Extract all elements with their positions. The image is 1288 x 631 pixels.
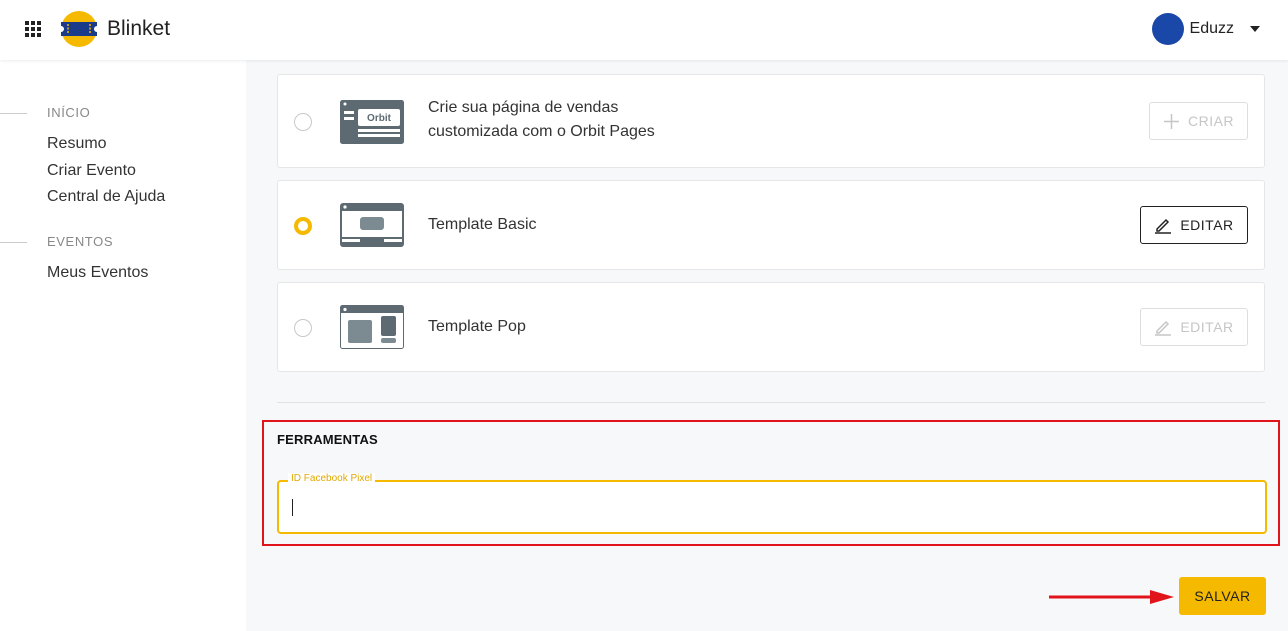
template-pop-icon [340, 305, 404, 349]
apps-grid-icon[interactable] [25, 21, 41, 37]
edit-button-basic[interactable]: EDITAR [1140, 206, 1248, 244]
main-content: Orbit Crie sua página de vendas customiz… [262, 60, 1288, 631]
chevron-down-icon [1250, 26, 1260, 32]
orbit-logo-text: Orbit [367, 113, 392, 124]
edit-button-label: EDITAR [1180, 319, 1234, 335]
section-divider [0, 242, 27, 243]
sidebar-item-criar-evento[interactable]: Criar Evento [47, 162, 136, 180]
radio-orbit[interactable] [294, 113, 312, 131]
template-description-line1: Crie sua página de vendas [428, 99, 619, 116]
text-cursor [292, 499, 293, 516]
blinket-logo-icon [60, 11, 98, 47]
tools-section: FERRAMENTAS ID Facebook Pixel [262, 420, 1280, 546]
section-divider [0, 113, 27, 114]
radio-pop[interactable] [294, 319, 312, 337]
create-button[interactable]: CRIAR [1149, 102, 1248, 140]
brand-name: Blinket [107, 17, 171, 40]
template-description: Crie sua página de vendas customizada co… [428, 96, 655, 144]
template-basic-icon [340, 203, 404, 247]
user-name: Eduzz [1189, 20, 1234, 37]
template-card-orbit[interactable]: Orbit Crie sua página de vendas customiz… [277, 74, 1265, 168]
template-name: Template Pop [428, 318, 526, 335]
pencil-icon [1155, 218, 1172, 234]
nav-section-title: EVENTOS [47, 234, 114, 249]
sidebar-item-meus-eventos[interactable]: Meus Eventos [47, 264, 148, 282]
red-arrow-annotation [1049, 590, 1174, 604]
pencil-icon [1155, 320, 1172, 336]
tools-title: FERRAMENTAS [277, 432, 378, 447]
plus-icon [1163, 113, 1179, 129]
template-card-pop[interactable]: Template Pop EDITAR [277, 282, 1265, 372]
template-description-line2: customizada com o Orbit Pages [428, 123, 655, 140]
radio-basic[interactable] [294, 217, 312, 235]
template-name: Template Basic [428, 216, 537, 233]
edit-button-pop[interactable]: EDITAR [1140, 308, 1248, 346]
sidebar-item-central-de-ajuda[interactable]: Central de Ajuda [47, 188, 165, 206]
create-button-label: CRIAR [1187, 113, 1235, 129]
user-menu[interactable]: Eduzz [1151, 13, 1260, 45]
section-divider [277, 402, 1265, 403]
edit-button-label: EDITAR [1180, 217, 1234, 233]
avatar [1151, 13, 1184, 45]
facebook-pixel-field[interactable]: ID Facebook Pixel [277, 473, 1267, 534]
orbit-page-icon: Orbit [340, 100, 404, 144]
facebook-pixel-label: ID Facebook Pixel [288, 473, 376, 484]
top-header: Blinket Eduzz [0, 0, 1288, 60]
nav-section-title: INÍCIO [47, 105, 91, 120]
sidebar-item-resumo[interactable]: Resumo [47, 135, 107, 153]
save-button[interactable]: SALVAR [1179, 577, 1266, 615]
template-card-basic[interactable]: Template Basic EDITAR [277, 180, 1265, 270]
sidebar: INÍCIO Resumo Criar Evento Central de Aj… [0, 60, 246, 631]
